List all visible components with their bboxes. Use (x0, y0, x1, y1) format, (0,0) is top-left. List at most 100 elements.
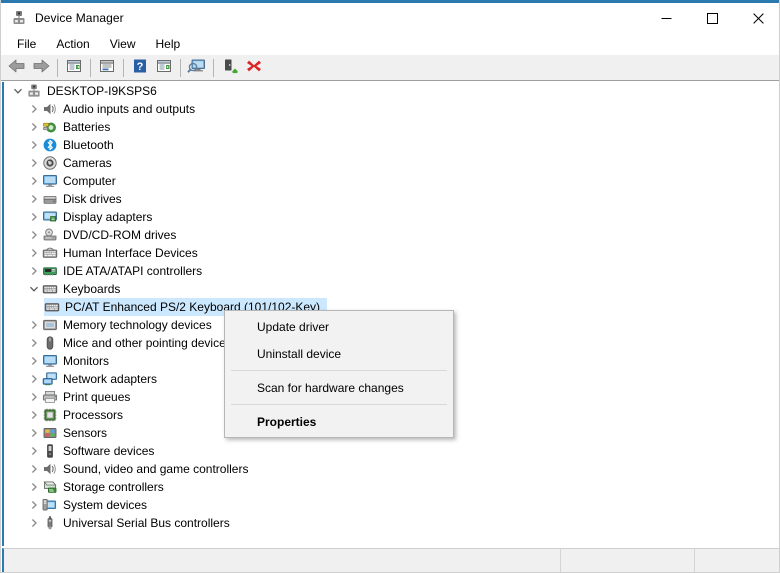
speaker-icon (42, 101, 58, 117)
tree-row[interactable]: Storage controllers (4, 478, 779, 496)
minimize-button[interactable] (643, 3, 689, 33)
sensor-icon (42, 425, 58, 441)
tree-row[interactable]: IDE ATA/ATAPI controllers (4, 262, 779, 280)
help-question-icon: ? (131, 58, 149, 77)
chevron-right-icon[interactable] (26, 425, 42, 441)
update-driver-button[interactable] (218, 56, 242, 80)
context-menu[interactable]: Update driver Uninstall device Scan for … (224, 310, 454, 438)
chevron-down-icon[interactable] (10, 83, 26, 99)
tree-item-label: Print queues (63, 390, 131, 404)
tree-item-label: Software devices (63, 444, 155, 458)
red-x-icon (245, 58, 263, 77)
toolbar: ? (1, 55, 779, 81)
toolbar-separator (123, 58, 124, 77)
console-tree-icon (65, 58, 83, 77)
chevron-right-icon[interactable] (26, 245, 42, 261)
svg-text:?: ? (137, 61, 144, 73)
help-button[interactable]: ? (128, 56, 152, 80)
tree-row[interactable]: Computer (4, 172, 779, 190)
tree-item-label: Computer (63, 174, 116, 188)
menu-file[interactable]: File (7, 34, 46, 54)
tree-row[interactable]: Keyboards (4, 280, 779, 298)
toolbar-separator (90, 58, 91, 77)
chevron-right-icon[interactable] (26, 497, 42, 513)
tree-item-label: Mice and other pointing devices (63, 336, 232, 350)
menu-help[interactable]: Help (146, 34, 191, 54)
scan-hardware-button[interactable] (185, 56, 209, 80)
speaker-icon (42, 461, 58, 477)
tree-row[interactable]: Software devices (4, 442, 779, 460)
chevron-right-icon[interactable] (26, 443, 42, 459)
maximize-button[interactable] (689, 3, 735, 33)
chevron-right-icon[interactable] (26, 479, 42, 495)
computer-root-icon (26, 83, 42, 99)
chevron-right-icon[interactable] (26, 155, 42, 171)
chevron-right-icon[interactable] (26, 371, 42, 387)
chevron-right-icon[interactable] (26, 263, 42, 279)
tree-row[interactable]: Display adapters (4, 208, 779, 226)
forward-button[interactable] (29, 56, 53, 80)
tree-item-label: Display adapters (63, 210, 153, 224)
toolbar-separator (213, 58, 214, 77)
title-bar: Device Manager (1, 3, 779, 33)
ctx-update-driver[interactable]: Update driver (225, 313, 453, 340)
menu-view[interactable]: View (100, 34, 146, 54)
tree-row[interactable]: DVD/CD-ROM drives (4, 226, 779, 244)
toolbar-separator (180, 58, 181, 77)
device-manager-icon (11, 10, 27, 26)
chevron-right-icon[interactable] (26, 407, 42, 423)
chevron-down-icon[interactable] (26, 281, 42, 297)
tree-row[interactable]: Sound, video and game controllers (4, 460, 779, 478)
tree-row[interactable]: Universal Serial Bus controllers (4, 514, 779, 532)
tree-item-label: Cameras (63, 156, 112, 170)
chevron-right-icon[interactable] (26, 317, 42, 333)
dvd-drive-icon (42, 227, 58, 243)
chevron-right-icon[interactable] (26, 101, 42, 117)
ctx-uninstall-device[interactable]: Uninstall device (225, 340, 453, 367)
update-driver-icon (221, 58, 239, 77)
chevron-right-icon[interactable] (26, 515, 42, 531)
monitor-icon (42, 353, 58, 369)
tree-row-root[interactable]: DESKTOP-I9KSPS6 (4, 82, 779, 100)
status-bar-right (695, 549, 779, 572)
chevron-right-icon[interactable] (26, 335, 42, 351)
tree-row[interactable]: Cameras (4, 154, 779, 172)
back-button[interactable] (5, 56, 29, 80)
uninstall-device-button[interactable] (242, 56, 266, 80)
tree-root-label: DESKTOP-I9KSPS6 (47, 84, 157, 98)
properties-button[interactable] (95, 56, 119, 80)
mouse-icon (42, 335, 58, 351)
chevron-right-icon[interactable] (26, 191, 42, 207)
tree-row[interactable]: Disk drives (4, 190, 779, 208)
tree-row[interactable]: Batteries (4, 118, 779, 136)
show-hidden-devices-button[interactable] (152, 56, 176, 80)
tree-row[interactable]: Audio inputs and outputs (4, 100, 779, 118)
chevron-right-icon[interactable] (26, 119, 42, 135)
tree-row[interactable]: Bluetooth (4, 136, 779, 154)
monitor-icon (42, 173, 58, 189)
chevron-right-icon[interactable] (26, 461, 42, 477)
tree-row[interactable]: System devices (4, 496, 779, 514)
system-device-icon (42, 497, 58, 513)
tree-item-label: Storage controllers (63, 480, 164, 494)
chevron-right-icon[interactable] (26, 227, 42, 243)
tree-item-label: Audio inputs and outputs (63, 102, 196, 116)
scan-monitor-icon (187, 58, 207, 77)
chevron-right-icon[interactable] (26, 137, 42, 153)
chevron-right-icon[interactable] (26, 389, 42, 405)
status-bar-message (4, 549, 561, 572)
tree-row[interactable]: Human Interface Devices (4, 244, 779, 262)
show-console-tree-button[interactable] (62, 56, 86, 80)
ctx-scan-hardware-changes[interactable]: Scan for hardware changes (225, 374, 453, 401)
bluetooth-icon (42, 137, 58, 153)
hid-icon (42, 245, 58, 261)
chevron-right-icon[interactable] (26, 353, 42, 369)
menu-action[interactable]: Action (46, 34, 99, 54)
chevron-right-icon[interactable] (26, 209, 42, 225)
usb-icon (42, 515, 58, 531)
chevron-right-icon[interactable] (26, 173, 42, 189)
tree-item-label: DVD/CD-ROM drives (63, 228, 177, 242)
close-button[interactable] (735, 3, 779, 33)
tree-item-label: Disk drives (63, 192, 122, 206)
ctx-properties[interactable]: Properties (225, 408, 453, 435)
